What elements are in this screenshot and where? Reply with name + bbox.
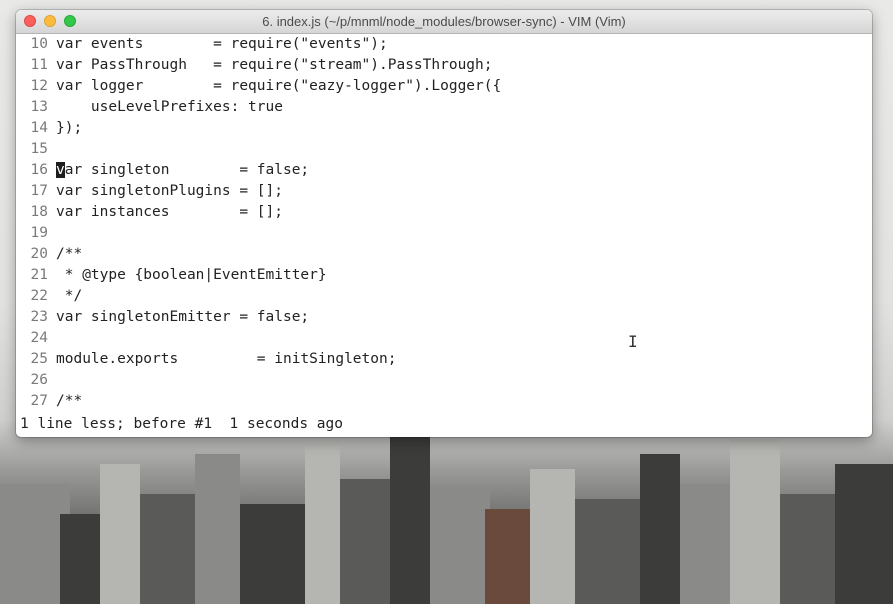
text-cursor: v	[56, 162, 65, 178]
line-number: 14	[30, 120, 48, 136]
city-background	[0, 424, 893, 604]
code-line[interactable]: 19	[16, 223, 872, 244]
line-text: useLevelPrefixes: true	[56, 99, 283, 115]
ibeam-cursor-icon: I	[628, 332, 638, 351]
line-number: 17	[30, 183, 48, 199]
line-number: 12	[30, 78, 48, 94]
line-text: var PassThrough = require("stream").Pass…	[56, 57, 493, 73]
line-number: 21	[30, 267, 48, 283]
editor-buffer[interactable]: 10 var events = require("events"); 11 var P…	[16, 34, 872, 437]
line-number: 13	[30, 99, 48, 115]
code-lines: 10 var events = require("events"); 11 var P…	[16, 34, 872, 412]
line-text: var events = require("events");	[56, 36, 388, 52]
status-line: 1 line less; before #1 1 seconds ago	[20, 416, 344, 432]
window-title: 6. index.js (~/p/mnml/node_modules/brows…	[262, 14, 626, 29]
line-number: 19	[30, 225, 48, 241]
line-text: ar singleton = false;	[64, 162, 310, 178]
code-line[interactable]: 14});	[16, 118, 872, 139]
line-text: var logger = require("eazy-logger").Logg…	[56, 78, 502, 94]
code-line[interactable]: 25 module.exports = initSingleton;	[16, 349, 872, 370]
code-line[interactable]: 15	[16, 139, 872, 160]
line-number: 22	[30, 288, 48, 304]
code-line[interactable]: 18 var instances = [];	[16, 202, 872, 223]
line-number: 26	[30, 372, 48, 388]
code-line[interactable]: 21 * @type {boolean|EventEmitter}	[16, 265, 872, 286]
line-number: 23	[30, 309, 48, 325]
line-number: 15	[30, 141, 48, 157]
line-text: var instances = [];	[56, 204, 283, 220]
line-text: */	[56, 288, 83, 304]
code-line[interactable]: 13 useLevelPrefixes: true	[16, 97, 872, 118]
line-number: 11	[30, 57, 48, 73]
code-line[interactable]: 12 var logger = require("eazy-logger").Lo…	[16, 76, 872, 97]
code-line[interactable]: 20 /**	[16, 244, 872, 265]
line-text: });	[56, 120, 83, 136]
vim-window: 6. index.js (~/p/mnml/node_modules/brows…	[16, 10, 872, 437]
line-number: 20	[30, 246, 48, 262]
line-text: /**	[56, 246, 83, 262]
line-number: 24	[30, 330, 48, 346]
line-number: 18	[30, 204, 48, 220]
code-line[interactable]: 26	[16, 370, 872, 391]
code-line[interactable]: 11 var PassThrough = require("stream").Pa…	[16, 55, 872, 76]
code-line[interactable]: 24	[16, 328, 872, 349]
line-number: 16	[30, 162, 48, 178]
code-line[interactable]: 10 var events = require("events");	[16, 34, 872, 55]
title-bar: 6. index.js (~/p/mnml/node_modules/brows…	[16, 10, 872, 34]
code-line[interactable]: 23 var singletonEmitter = false;	[16, 307, 872, 328]
line-text: * @type {boolean|EventEmitter}	[56, 267, 327, 283]
line-text: var singletonPlugins = [];	[56, 183, 283, 199]
code-line[interactable]: 17 var singletonPlugins = [];	[16, 181, 872, 202]
code-line[interactable]: 16 var singleton = false;	[16, 160, 872, 181]
code-line[interactable]: 22 */	[16, 286, 872, 307]
code-line[interactable]: 27 /**	[16, 391, 872, 412]
line-number: 10	[30, 36, 48, 52]
line-number: 25	[30, 351, 48, 367]
line-text: var singletonEmitter = false;	[56, 309, 310, 325]
line-text: /**	[56, 393, 83, 409]
line-number: 27	[30, 393, 48, 409]
line-text: module.exports = initSingleton;	[56, 351, 397, 367]
